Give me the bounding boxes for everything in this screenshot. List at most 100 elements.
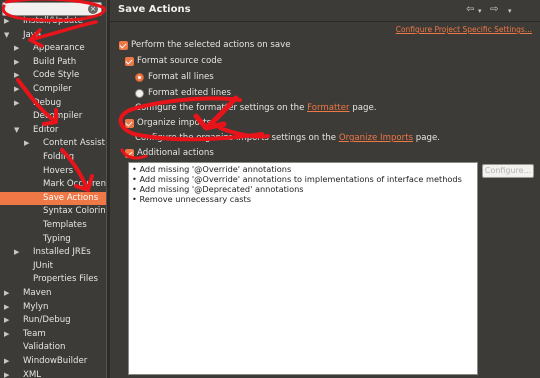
- formatter-note: Configure the formatter settings on the …: [135, 103, 377, 113]
- list-item: • Add missing '@Deprecated' annotations: [132, 184, 304, 194]
- forward-arrow-icon[interactable]: ⇨: [490, 4, 498, 15]
- action-text: Remove unnecessary casts: [139, 194, 252, 204]
- action-text: Add missing '@Override' annotations to i…: [139, 174, 462, 184]
- tree-item-compiler[interactable]: ▶ Compiler: [0, 83, 106, 96]
- tree-item-label: Mark Occurrences: [43, 179, 106, 190]
- tree-item-editor[interactable]: ▼ Editor: [0, 124, 106, 137]
- page-title: Save Actions: [118, 4, 191, 15]
- organize-note-text: Configure the organize imports settings …: [135, 133, 339, 143]
- configure-button[interactable]: Configure...: [482, 164, 534, 178]
- tree-item-label: Team: [23, 328, 46, 339]
- additional-actions-checkbox[interactable]: [125, 149, 134, 158]
- collapsed-arrow-icon[interactable]: ▶: [14, 83, 19, 96]
- tree-item-installed-jres[interactable]: ▶ Installed JREs: [0, 246, 106, 259]
- format-edited-lines-label: Format edited lines: [148, 88, 231, 98]
- collapsed-arrow-icon[interactable]: ▶: [14, 97, 19, 110]
- perform-actions-checkbox[interactable]: [119, 41, 128, 50]
- organize-note: Configure the organize imports settings …: [135, 133, 440, 143]
- tree-item-label: JUnit: [33, 260, 54, 271]
- tree-item-hovers[interactable]: Hovers: [0, 165, 106, 178]
- tree-item-label: Decompiler: [33, 111, 83, 122]
- collapsed-arrow-icon[interactable]: ▶: [4, 301, 9, 314]
- tree-item-label: Syntax Coloring: [43, 206, 106, 217]
- organize-imports-checkbox[interactable]: [125, 119, 134, 128]
- tree-item-label: XML: [23, 369, 42, 378]
- tree-item-label: Mylyn: [23, 301, 49, 312]
- collapsed-arrow-icon[interactable]: ▶: [4, 287, 9, 300]
- format-all-lines-radio[interactable]: [135, 73, 144, 82]
- format-edited-lines-radio[interactable]: [135, 89, 144, 98]
- formatter-note-text: Configure the formatter settings on the: [135, 103, 308, 113]
- tree-item-maven[interactable]: ▶ Maven: [0, 287, 106, 300]
- forward-menu-icon[interactable]: ▾: [508, 7, 512, 15]
- clear-filter-icon[interactable]: ×: [88, 4, 98, 14]
- collapsed-arrow-icon[interactable]: ▶: [4, 15, 9, 28]
- organize-imports-link[interactable]: Organize Imports: [339, 133, 413, 143]
- tree-item-label: WindowBuilder: [23, 356, 88, 366]
- tree-item-save-actions[interactable]: Save Actions: [0, 191, 106, 205]
- tree-item-team[interactable]: ▶ Team: [0, 328, 106, 341]
- tree-item-label: Save Actions: [43, 192, 99, 203]
- page-header: Save Actions ⇦ ▾ ⇨ ▾: [110, 0, 540, 22]
- tree-item-label: Content Assist: [43, 138, 105, 149]
- format-source-label: Format source code: [137, 56, 223, 66]
- filter-input[interactable]: ×: [2, 2, 102, 16]
- collapsed-arrow-icon[interactable]: ▶: [14, 246, 19, 259]
- organize-imports-label: Organize imports: [137, 118, 212, 128]
- configure-project-settings-link[interactable]: Configure Project Specific Settings...: [396, 25, 532, 34]
- tree-item-label: Code Style: [33, 70, 80, 81]
- tree-item-label: Java: [23, 29, 42, 40]
- tree-item-install-update[interactable]: ▶ Install/Update: [0, 15, 106, 28]
- collapsed-arrow-icon[interactable]: ▶: [24, 137, 29, 150]
- tree-item-debug[interactable]: ▶ Debug: [0, 97, 106, 110]
- tree-item-mylyn[interactable]: ▶ Mylyn: [0, 301, 106, 314]
- collapsed-arrow-icon[interactable]: ▶: [4, 369, 9, 378]
- additional-actions-list[interactable]: • Add missing '@Override' annotations • …: [128, 162, 478, 375]
- tree-item-label: Typing: [43, 233, 71, 244]
- tree-item-typing[interactable]: Typing: [0, 233, 106, 246]
- tree-item-label: Install/Update: [23, 16, 83, 26]
- tree-item-properties-files[interactable]: Properties Files: [0, 273, 106, 286]
- tree-item-templates[interactable]: Templates: [0, 219, 106, 232]
- tree-item-xml[interactable]: ▶ XML: [0, 369, 106, 378]
- back-menu-icon[interactable]: ▾: [478, 7, 482, 15]
- tree-item-label: Editor: [33, 124, 59, 135]
- tree-item-folding[interactable]: Folding: [0, 151, 106, 164]
- format-source-checkbox[interactable]: [125, 57, 134, 66]
- formatter-note-end: page.: [349, 103, 377, 113]
- action-text: Add missing '@Deprecated' annotations: [139, 184, 304, 194]
- collapsed-arrow-icon[interactable]: ▶: [4, 355, 9, 368]
- tree-item-run-debug[interactable]: ▶ Run/Debug: [0, 314, 106, 327]
- tree-item-syntax-coloring[interactable]: Syntax Coloring: [0, 205, 106, 218]
- tree-item-decompiler[interactable]: Decompiler: [0, 110, 106, 123]
- tree-item-label: Build Path: [33, 56, 77, 67]
- tree-item-label: Validation: [23, 342, 66, 353]
- list-item: • Remove unnecessary casts: [132, 194, 252, 204]
- tree-item-code-style[interactable]: ▶ Code Style: [0, 69, 106, 82]
- collapsed-arrow-icon[interactable]: ▶: [14, 69, 19, 82]
- collapsed-arrow-icon[interactable]: ▶: [4, 314, 9, 327]
- collapsed-arrow-icon[interactable]: ▶: [4, 328, 9, 341]
- tree-item-appearance[interactable]: ▶ Appearance: [0, 42, 106, 55]
- tree-item-java[interactable]: ▼ Java: [0, 29, 106, 42]
- organize-note-end: page.: [413, 133, 440, 143]
- tree-item-validation[interactable]: Validation: [0, 341, 106, 354]
- tree-item-build-path[interactable]: ▶ Build Path: [0, 56, 106, 69]
- preferences-tree: × ▶ Install/Update ▼ Java ▶ Appearance ▶ Build …: [0, 0, 106, 378]
- back-arrow-icon[interactable]: ⇦: [466, 4, 474, 15]
- collapsed-arrow-icon[interactable]: ▶: [14, 56, 19, 69]
- tree-item-windowbuilder[interactable]: ▶ WindowBuilder: [0, 355, 106, 368]
- tree-item-junit[interactable]: JUnit: [0, 260, 106, 273]
- tree-item-content-assist[interactable]: ▶ Content Assist: [0, 137, 106, 150]
- tree-item-label: Installed JREs: [33, 247, 91, 258]
- tree-item-mark-occurrences[interactable]: Mark Occurrences: [0, 178, 106, 191]
- collapsed-arrow-icon[interactable]: ▶: [14, 42, 19, 55]
- expanded-arrow-icon[interactable]: ▼: [14, 124, 19, 137]
- list-item: • Add missing '@Override' annotations to…: [132, 174, 462, 184]
- expanded-arrow-icon[interactable]: ▼: [4, 29, 9, 42]
- formatter-link[interactable]: Formatter: [307, 103, 349, 113]
- tree-item-label: Hovers: [43, 165, 74, 176]
- format-all-lines-label: Format all lines: [148, 72, 214, 82]
- tree-item-label: Folding: [43, 152, 75, 162]
- tree-item-label: Run/Debug: [23, 315, 71, 326]
